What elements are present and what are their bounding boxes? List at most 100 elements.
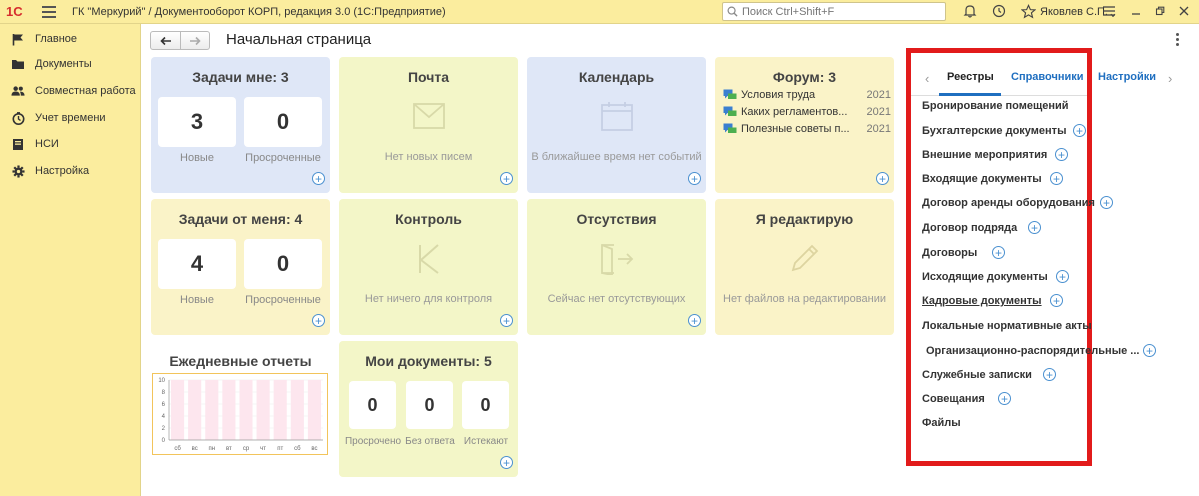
user-name[interactable]: Яковлев С.П. <box>1040 6 1108 18</box>
register-item[interactable]: Бухгалтерские документы <box>922 123 1066 139</box>
register-item[interactable]: Договор подряда <box>922 220 1017 236</box>
sidebar-item-label: Совместная работа <box>35 85 136 97</box>
sidebar-item-documents[interactable]: Документы <box>0 53 141 75</box>
forum-topic[interactable]: Полезные советы п... 2021 <box>723 121 891 137</box>
add-event-button[interactable]: + <box>688 172 701 185</box>
arrow-left-icon <box>159 36 171 45</box>
sidebar-item-label: Документы <box>35 58 92 70</box>
back-button[interactable] <box>151 32 180 49</box>
register-item[interactable]: Организационно-распорядительные ... <box>926 343 1139 359</box>
register-item[interactable]: Файлы <box>922 415 961 431</box>
forum-topic[interactable]: Условия труда 2021 <box>723 87 891 103</box>
tile-title: Календарь <box>578 69 655 85</box>
y-tick-label: 8 <box>162 390 166 396</box>
register-add-button[interactable]: + <box>1100 196 1113 209</box>
forum-topic[interactable]: Каких регламентов... 2021 <box>723 104 891 120</box>
sidebar-item-label: Учет времени <box>35 112 106 124</box>
sidebar-item-settings[interactable]: Настройка <box>0 160 141 182</box>
tile-title: Мои документы: 5 <box>365 353 492 369</box>
register-item[interactable]: Совещания <box>922 391 985 407</box>
register-add-button[interactable]: + <box>998 392 1011 405</box>
settings-menu-icon[interactable] <box>1101 3 1117 19</box>
1c-logo-icon[interactable]: 1С <box>6 3 32 21</box>
sidebar-item-time-tracking[interactable]: Учет времени <box>0 107 141 129</box>
star-icon[interactable] <box>1020 3 1036 19</box>
tile-tasks-from-me[interactable]: Задачи от меня: 4 4 0 Новые Просроченные… <box>151 199 330 335</box>
tab-registers[interactable]: Реестры <box>947 71 994 83</box>
register-item[interactable]: Договоры <box>922 245 977 261</box>
register-item[interactable]: Служебные записки <box>922 367 1032 383</box>
tile-absence[interactable]: Отсутствия Сейчас нет отсутствующих + <box>527 199 706 335</box>
add-mail-button[interactable]: + <box>500 172 513 185</box>
forward-button[interactable] <box>180 32 209 49</box>
tab-catalogs[interactable]: Справочники <box>1011 71 1084 83</box>
history-nav <box>150 31 210 50</box>
register-add-button[interactable]: + <box>1055 148 1068 161</box>
counter-overdue[interactable]: 0 <box>244 97 322 147</box>
y-tick-label: 4 <box>162 414 166 420</box>
counter-overdue[interactable]: 0 <box>349 381 396 429</box>
sidebar-item-main[interactable]: Главное <box>0 28 141 50</box>
search-input[interactable] <box>742 5 932 18</box>
add-absence-button[interactable]: + <box>688 314 701 327</box>
register-add-button[interactable]: + <box>1043 368 1056 381</box>
chat-icon <box>723 106 737 116</box>
tile-calendar[interactable]: Календарь В ближайшее время нет событий … <box>527 57 706 193</box>
register-item[interactable]: Внешние мероприятия <box>922 147 1047 163</box>
add-control-button[interactable]: + <box>500 314 513 327</box>
history-icon[interactable] <box>991 3 1007 19</box>
counter-overdue[interactable]: 0 <box>244 239 322 289</box>
sidebar-item-collaboration[interactable]: Совместная работа <box>0 80 141 102</box>
restore-icon[interactable] <box>1152 3 1168 19</box>
tile-title: Задачи мне: 3 <box>192 69 289 85</box>
counter-new[interactable]: 4 <box>158 239 236 289</box>
add-document-button[interactable]: + <box>500 456 513 469</box>
clock-icon <box>11 111 25 125</box>
counter-no-answer[interactable]: 0 <box>406 381 453 429</box>
tabs-scroll-left-icon[interactable]: ‹ <box>925 71 935 86</box>
bell-icon[interactable] <box>962 3 978 19</box>
add-topic-button[interactable]: + <box>876 172 889 185</box>
app-title: ГК "Меркурий" / Документооборот КОРП, ре… <box>72 5 446 18</box>
register-item[interactable]: Локальные нормативные акты <box>922 318 1092 334</box>
tile-editing[interactable]: Я редактирую Нет файлов на редактировани… <box>715 199 894 335</box>
search-box[interactable] <box>722 2 946 21</box>
minimize-icon[interactable] <box>1128 3 1144 19</box>
register-add-button[interactable]: + <box>1073 124 1086 137</box>
tile-tasks-to-me[interactable]: Задачи мне: 3 3 0 Новые Просроченные + <box>151 57 330 193</box>
empty-message: Нет файлов на редактировании <box>723 293 886 305</box>
more-actions-icon[interactable] <box>1174 33 1180 46</box>
register-item-label: Служебные записки <box>922 369 1032 381</box>
envelope-icon <box>412 103 445 129</box>
add-task-button[interactable]: + <box>312 314 325 327</box>
title-bar: 1С ГК "Меркурий" / Документооборот КОРП,… <box>0 0 1199 24</box>
x-tick-label: пт <box>277 446 283 452</box>
tile-mail[interactable]: Почта Нет новых писем + <box>339 57 518 193</box>
tile-my-documents[interactable]: Мои документы: 5 0 0 0 Просрочено Без от… <box>339 341 518 477</box>
main-menu-icon[interactable] <box>42 5 56 18</box>
register-item[interactable]: Исходящие документы <box>922 269 1048 285</box>
register-item[interactable]: Бронирование помещений <box>922 98 1069 114</box>
y-tick-label: 0 <box>162 438 166 444</box>
tile-forum[interactable]: Форум: 3 Условия труда 2021 Каких реглам… <box>715 57 894 193</box>
register-item[interactable]: Договор аренды оборудования <box>922 195 1095 211</box>
add-task-button[interactable]: + <box>312 172 325 185</box>
close-icon[interactable] <box>1176 3 1192 19</box>
arrow-right-icon <box>190 36 201 45</box>
counter-label: Просроченные <box>245 152 321 164</box>
register-add-button[interactable]: + <box>992 246 1005 259</box>
sidebar-item-nsi[interactable]: НСИ <box>0 133 141 155</box>
register-add-button[interactable]: + <box>1056 270 1069 283</box>
tab-settings[interactable]: Настройки <box>1098 71 1156 83</box>
tile-control[interactable]: Контроль Нет ничего для контроля + <box>339 199 518 335</box>
register-add-button[interactable]: + <box>1143 344 1156 357</box>
register-add-button[interactable]: + <box>1050 294 1063 307</box>
counter-new[interactable]: 3 <box>158 97 236 147</box>
register-add-button[interactable]: + <box>1028 221 1041 234</box>
register-item[interactable]: Кадровые документы <box>922 293 1042 309</box>
register-item[interactable]: Входящие документы <box>922 171 1042 187</box>
bar-chart: 0 2 4 6 8 10 сб вс пн вт ср чт пт сб вс <box>158 378 323 452</box>
tabs-scroll-right-icon[interactable]: › <box>1168 71 1178 86</box>
register-add-button[interactable]: + <box>1050 172 1063 185</box>
counter-expiring[interactable]: 0 <box>462 381 509 429</box>
